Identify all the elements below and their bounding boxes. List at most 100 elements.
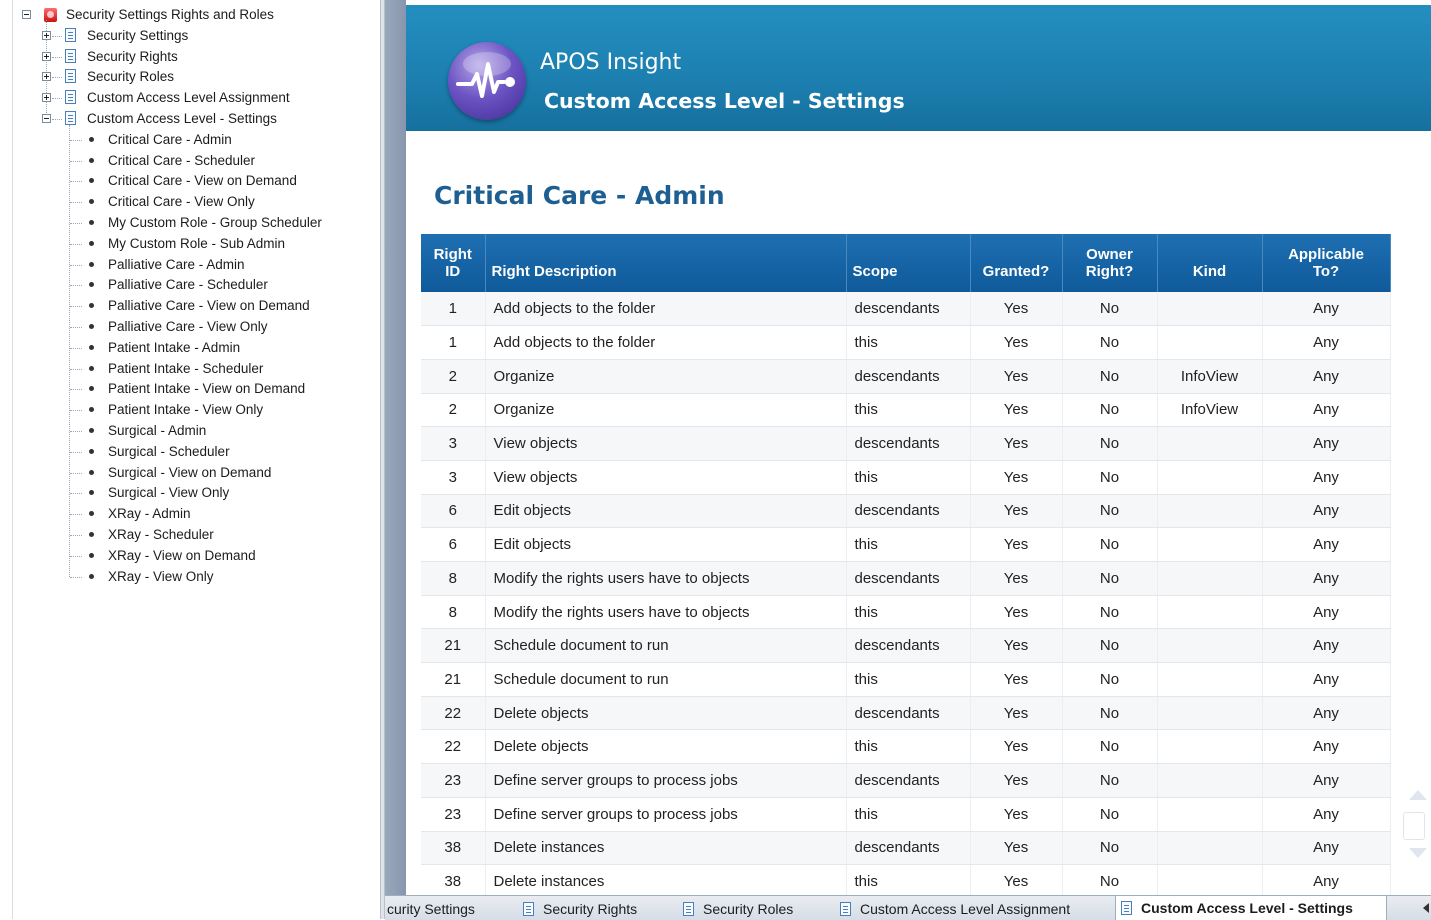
table-row[interactable]: 23 Define server groups to process jobs th… <box>421 797 1391 832</box>
tree-folder[interactable]: Security Rights <box>0 48 370 66</box>
table-row[interactable]: 2 Organize this Yes No InfoView Any <box>421 393 1391 428</box>
tree-item[interactable]: Palliative Care - View Only <box>0 318 370 336</box>
col-header-kind[interactable]: Kind <box>1157 234 1263 292</box>
tab-1[interactable]: curity Settings <box>385 896 515 920</box>
col-header-applicable[interactable]: Applicable To? <box>1262 234 1391 292</box>
tree-item[interactable]: Palliative Care - Admin <box>0 256 370 274</box>
col-header-scope[interactable]: Scope <box>846 234 971 292</box>
tree-item[interactable]: Palliative Care - Scheduler <box>0 276 370 294</box>
tree-folder[interactable]: Custom Access Level - Settings <box>0 110 370 128</box>
tree-item[interactable]: Surgical - Scheduler <box>0 443 370 461</box>
tree-item[interactable]: Palliative Care - View on Demand <box>0 297 370 315</box>
cell-granted: Yes <box>970 561 1063 596</box>
table-row[interactable]: 3 View objects this Yes No Any <box>421 460 1391 495</box>
table-row[interactable]: 38 Delete instances this Yes No Any <box>421 864 1391 895</box>
expand-toggle-icon[interactable] <box>42 72 51 82</box>
tree-item[interactable]: Surgical - View on Demand <box>0 464 370 482</box>
bullet-icon <box>89 428 94 433</box>
cell-scope: this <box>846 527 971 562</box>
cell-right-id: 23 <box>421 763 486 798</box>
table-row[interactable]: 21 Schedule document to run descendants Yes… <box>421 628 1391 664</box>
tree-item-label: Surgical - View Only <box>108 485 230 501</box>
tree-item[interactable]: Critical Care - View on Demand <box>0 172 370 190</box>
tree-connector <box>70 431 82 432</box>
table-row[interactable]: 1 Add objects to the folder this Yes No Any <box>421 325 1391 360</box>
col-header-description[interactable]: Right Description <box>485 234 847 292</box>
tree-item[interactable]: My Custom Role - Sub Admin <box>0 235 370 253</box>
tree-item[interactable]: My Custom Role - Group Scheduler <box>0 214 370 232</box>
table-row[interactable]: 6 Edit objects this Yes No Any <box>421 527 1391 562</box>
bullet-icon <box>89 199 94 205</box>
cell-description: Schedule document to run <box>485 662 847 697</box>
tree-item-label: Patient Intake - View on Demand <box>108 381 306 397</box>
col-header-right-id[interactable]: Right ID <box>421 234 486 292</box>
tab-5[interactable]: Custom Access Level - Settings <box>1115 896 1387 920</box>
tree-item[interactable]: Patient Intake - View Only <box>0 401 370 419</box>
cell-owner-right: No <box>1062 426 1158 461</box>
table-row[interactable]: 21 Schedule document to run this Yes No Any <box>421 662 1391 697</box>
bullet-icon <box>89 240 94 246</box>
tree-connector <box>70 327 82 328</box>
table-row[interactable]: 8 Modify the rights users have to objects… <box>421 595 1391 630</box>
bullet-icon <box>89 573 94 579</box>
table-row[interactable]: 8 Modify the rights users have to objects… <box>421 561 1391 596</box>
tree-item[interactable]: Patient Intake - Admin <box>0 339 370 357</box>
scroll-up-icon[interactable] <box>1409 790 1427 800</box>
expand-toggle-icon[interactable] <box>42 30 51 40</box>
tree-item[interactable]: XRay - Scheduler <box>0 526 370 544</box>
tree-root[interactable]: Security Settings Rights and Roles <box>0 6 370 24</box>
cell-description: Delete objects <box>485 729 847 765</box>
tree-item[interactable]: Critical Care - Scheduler <box>0 152 370 170</box>
tree-item[interactable]: XRay - Admin <box>0 505 370 523</box>
tree-item-label: Critical Care - Admin <box>108 131 232 147</box>
collapse-toggle-icon[interactable] <box>42 114 51 123</box>
cell-owner-right: No <box>1062 864 1158 895</box>
tree-item[interactable]: Surgical - View Only <box>0 484 370 502</box>
page-navigator-icon[interactable] <box>1403 812 1425 840</box>
tree-item[interactable]: XRay - View Only <box>0 568 370 586</box>
cell-right-id: 1 <box>421 292 486 327</box>
report-banner: APOS Insight Custom Access Level - Setti… <box>406 5 1431 131</box>
cell-right-id: 21 <box>421 628 486 664</box>
cell-granted: Yes <box>970 393 1063 428</box>
tree-folder[interactable]: Security Roles <box>0 68 370 86</box>
tree-item[interactable]: Patient Intake - Scheduler <box>0 360 370 378</box>
tree-connector <box>70 223 82 224</box>
col-header-granted[interactable]: Granted? <box>970 234 1063 292</box>
tree-item[interactable]: XRay - View on Demand <box>0 547 370 565</box>
tab-scroll-left-icon[interactable] <box>1423 903 1429 913</box>
cell-granted: Yes <box>970 763 1063 798</box>
bullet-icon <box>89 448 94 454</box>
scroll-down-icon[interactable] <box>1409 848 1427 858</box>
table-row[interactable]: 38 Delete instances descendants Yes No Any <box>421 831 1391 866</box>
tab-2[interactable]: Security Rights <box>518 896 673 920</box>
tree-item[interactable]: Critical Care - View Only <box>0 193 370 211</box>
expand-toggle-icon[interactable] <box>42 93 51 103</box>
table-row[interactable]: 1 Add objects to the folder descendants Yes… <box>421 292 1391 327</box>
collapse-toggle-icon[interactable] <box>22 10 31 19</box>
table-row[interactable]: 6 Edit objects descendants Yes No Any <box>421 494 1391 529</box>
cell-owner-right: No <box>1062 696 1158 731</box>
tab-4[interactable]: Custom Access Level Assignment <box>835 896 1110 920</box>
table-row[interactable]: 22 Delete objects this Yes No Any <box>421 729 1391 765</box>
table-row[interactable]: 22 Delete objects descendants Yes No Any <box>421 696 1391 731</box>
tree-item[interactable]: Surgical - Admin <box>0 422 370 440</box>
cell-granted: Yes <box>970 359 1063 394</box>
tree-item[interactable]: Critical Care - Admin <box>0 131 370 149</box>
cell-applicable: Any <box>1262 426 1391 461</box>
table-row[interactable]: 23 Define server groups to process jobs de… <box>421 763 1391 798</box>
col-header-owner-right[interactable]: Owner Right? <box>1062 234 1158 292</box>
cell-description: Edit objects <box>485 494 847 529</box>
bullet-icon <box>89 282 94 288</box>
tree-item-label: XRay - Scheduler <box>108 527 214 542</box>
table-row[interactable]: 3 View objects descendants Yes No Any <box>421 426 1391 461</box>
cell-applicable: Any <box>1262 595 1391 630</box>
table-row[interactable]: 2 Organize descendants Yes No InfoView Any <box>421 359 1391 394</box>
tree-folder[interactable]: Custom Access Level Assignment <box>0 89 370 107</box>
tab-3[interactable]: Security Roles <box>678 896 830 920</box>
cell-scope: descendants <box>846 359 971 394</box>
tree-item[interactable]: Patient Intake - View on Demand <box>0 380 370 398</box>
tree-folder[interactable]: Security Settings <box>0 27 370 45</box>
expand-toggle-icon[interactable] <box>42 51 51 61</box>
bullet-icon <box>89 532 94 537</box>
